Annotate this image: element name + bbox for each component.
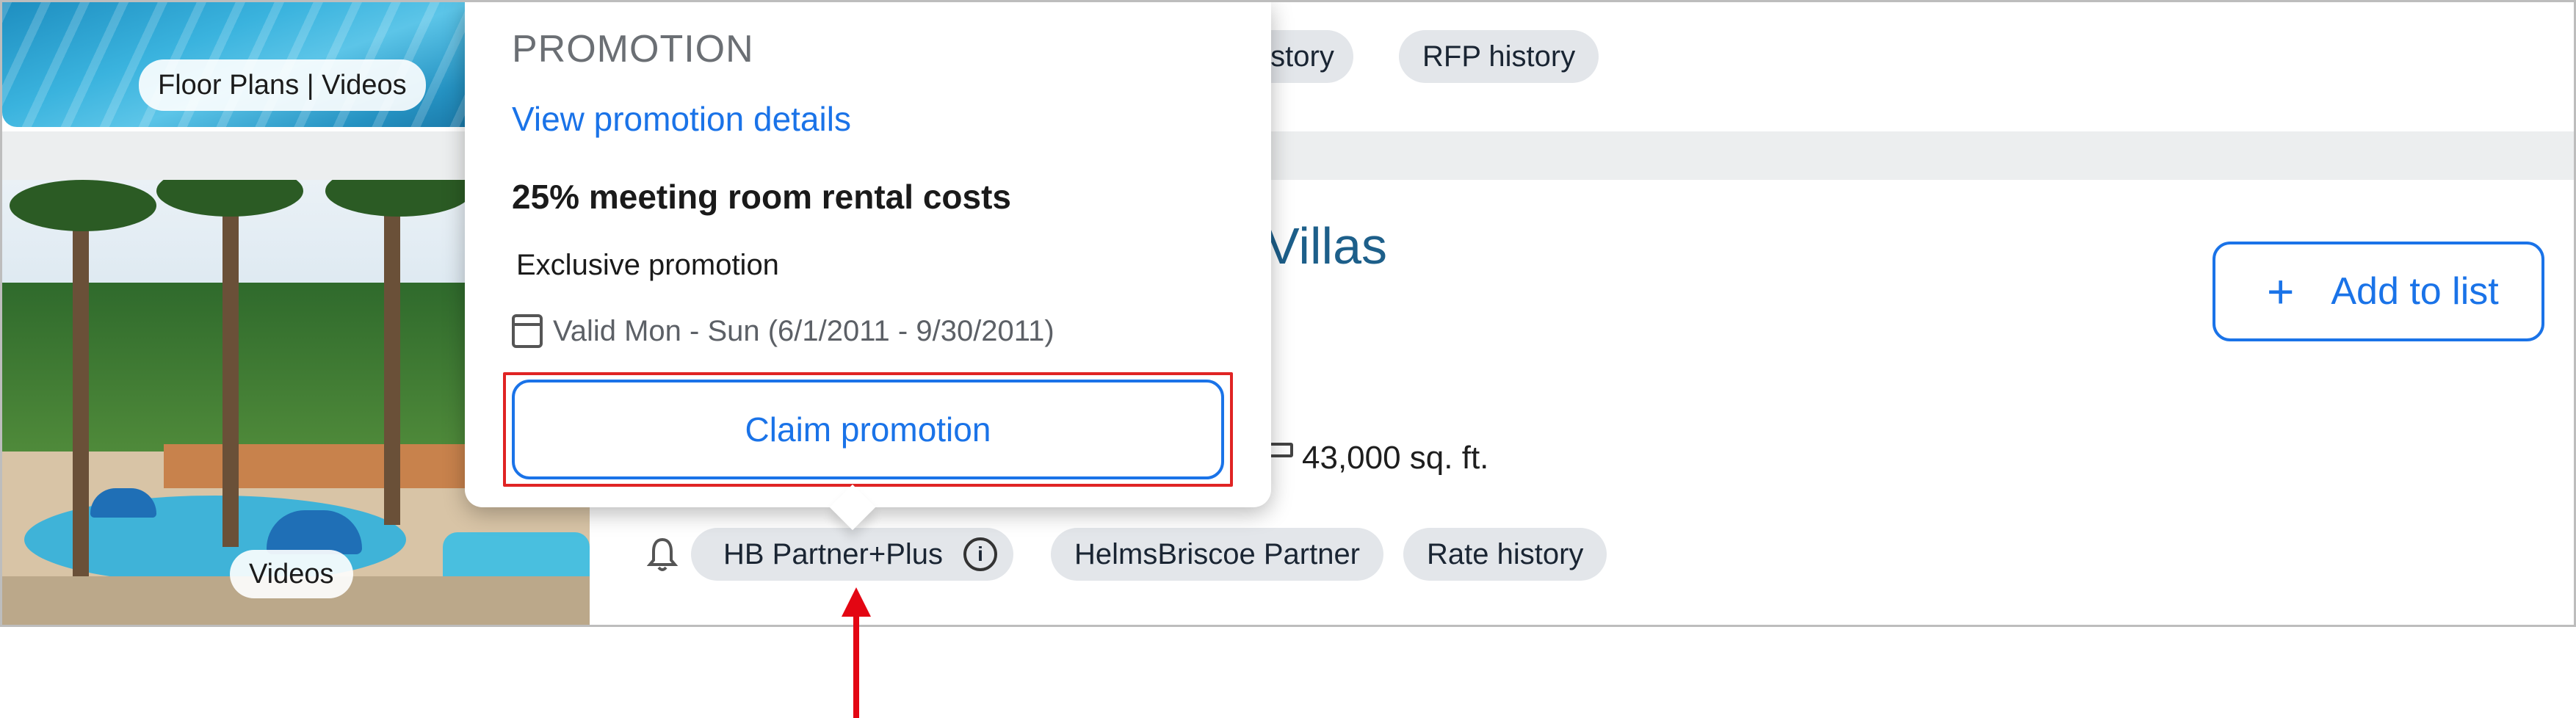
tag-hb-partner-plus-label: HB Partner+Plus	[723, 537, 944, 570]
meeting-space-area: 43,000 sq. ft.	[1302, 440, 1489, 476]
tag-hb-partner-plus[interactable]: HB Partner+Plus i	[691, 528, 1014, 581]
claim-promotion-button[interactable]: Claim promotion	[512, 380, 1224, 479]
promotion-validity-text: Valid Mon - Sun (6/1/2011 - 9/30/2011)	[553, 314, 1054, 347]
bell-icon[interactable]	[647, 535, 678, 573]
add-to-list-button[interactable]: + Add to list	[2213, 242, 2544, 341]
hotel-photo-top[interactable]: Floor Plans | Videos	[2, 2, 516, 127]
tag-rate-history[interactable]: Rate history	[1403, 528, 1607, 581]
card-separator	[2, 131, 2574, 180]
hotel-name[interactable]: Villas	[1265, 217, 1387, 275]
palm-trunk	[73, 195, 89, 576]
palm-frond	[10, 180, 156, 231]
promotion-popover: PROMOTION View promotion details 25% mee…	[465, 2, 1271, 507]
promotion-validity: Valid Mon - Sun (6/1/2011 - 9/30/2011)	[512, 314, 1220, 348]
promotion-description: Exclusive promotion	[516, 249, 779, 281]
parasol	[90, 488, 156, 518]
popover-heading: PROMOTION	[512, 28, 754, 70]
media-label-main[interactable]: Videos	[230, 550, 353, 598]
view-promotion-details-link[interactable]: View promotion details	[512, 99, 1220, 139]
annotation-arrow	[853, 612, 859, 718]
palm-trunk	[222, 180, 239, 547]
add-to-list-label: Add to list	[2331, 270, 2499, 313]
palm-trunk	[384, 180, 400, 525]
promotion-title: 25% meeting room rental costs	[512, 178, 1011, 216]
plus-icon: +	[2267, 265, 2295, 318]
media-label-top[interactable]: Floor Plans | Videos	[139, 59, 426, 111]
tag-rfp-history[interactable]: RFP history	[1399, 30, 1599, 83]
info-icon[interactable]: i	[963, 537, 998, 571]
results-panel: Floor Plans | Videos history RFP history…	[0, 0, 2576, 627]
tag-helmsbriscoe-partner[interactable]: HelmsBriscoe Partner	[1051, 528, 1384, 581]
calendar-icon	[512, 314, 543, 348]
